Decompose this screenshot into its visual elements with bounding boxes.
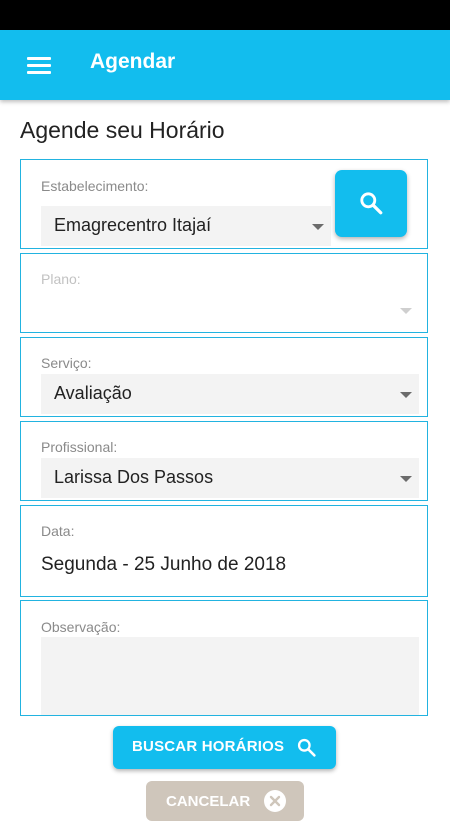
profissional-label: Profissional: — [41, 439, 118, 455]
data-field[interactable]: Data: Segunda - 25 Junho de 2018 — [20, 505, 428, 597]
servico-value: Avaliação — [54, 383, 132, 403]
profissional-select[interactable]: Larissa Dos Passos — [41, 458, 419, 498]
plano-label: Plano: — [41, 271, 81, 287]
servico-select[interactable]: Avaliação — [41, 374, 419, 414]
cancelar-button[interactable]: CANCELAR — [146, 781, 304, 821]
chevron-down-icon — [400, 308, 412, 314]
servico-label: Serviço: — [41, 355, 92, 371]
menu-icon[interactable] — [22, 52, 58, 80]
plano-select[interactable] — [41, 290, 419, 330]
profissional-value: Larissa Dos Passos — [54, 467, 214, 487]
buscar-horarios-button[interactable]: BUSCAR HORÁRIOS — [113, 726, 336, 769]
chevron-down-icon — [312, 224, 324, 230]
search-icon — [297, 738, 316, 757]
page-title: Agende seu Horário — [20, 117, 225, 143]
search-icon — [360, 192, 383, 215]
profissional-field: Profissional: Larissa Dos Passos — [20, 421, 428, 501]
app-bar: Agendar — [0, 30, 450, 100]
estabelecimento-value: Emagrecentro Itajaí — [54, 215, 212, 235]
servico-field: Serviço: Avaliação — [20, 337, 428, 417]
close-icon — [264, 790, 286, 812]
observacao-field: Observação: — [20, 600, 428, 716]
observacao-input[interactable] — [41, 637, 419, 715]
chevron-down-icon — [400, 476, 412, 482]
chevron-down-icon — [400, 392, 412, 398]
estabelecimento-label: Estabelecimento: — [41, 178, 149, 194]
plano-field: Plano: — [20, 253, 428, 333]
buscar-horarios-label: BUSCAR HORÁRIOS — [132, 738, 285, 755]
estabelecimento-select[interactable]: Emagrecentro Itajaí — [41, 206, 331, 246]
observacao-label: Observação: — [41, 619, 121, 635]
app-title: Agendar — [90, 50, 176, 73]
data-label: Data: — [41, 523, 75, 539]
cancelar-label: CANCELAR — [166, 793, 251, 810]
status-bar — [0, 0, 450, 30]
data-value: Segunda - 25 Junho de 2018 — [41, 554, 287, 575]
search-establishment-button[interactable] — [335, 170, 407, 237]
